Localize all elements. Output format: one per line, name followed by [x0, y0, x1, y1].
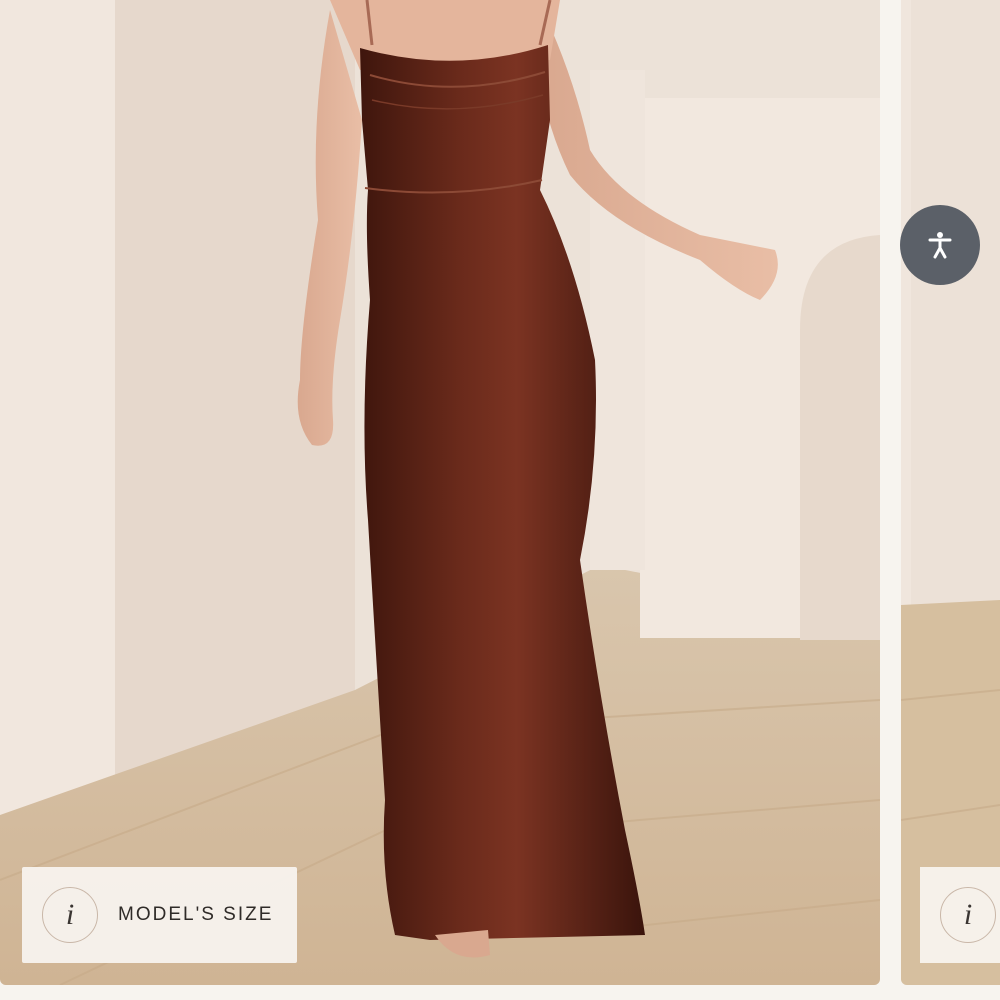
model-size-label: MODEL'S SIZE — [118, 904, 274, 925]
product-photo-next — [901, 0, 1000, 985]
model-size-badge[interactable]: i MODEL'S SIZE — [22, 867, 297, 963]
product-image-gallery: i MODEL'S SIZE i — [0, 0, 1000, 1000]
model-size-badge-next[interactable]: i — [920, 867, 1000, 963]
accessibility-icon — [928, 232, 952, 259]
product-image-main[interactable]: i MODEL'S SIZE — [0, 0, 880, 985]
product-photo — [0, 0, 880, 985]
info-icon: i — [940, 887, 996, 943]
product-image-next[interactable] — [901, 0, 1000, 985]
accessibility-button[interactable] — [900, 205, 980, 285]
info-icon: i — [42, 887, 98, 943]
